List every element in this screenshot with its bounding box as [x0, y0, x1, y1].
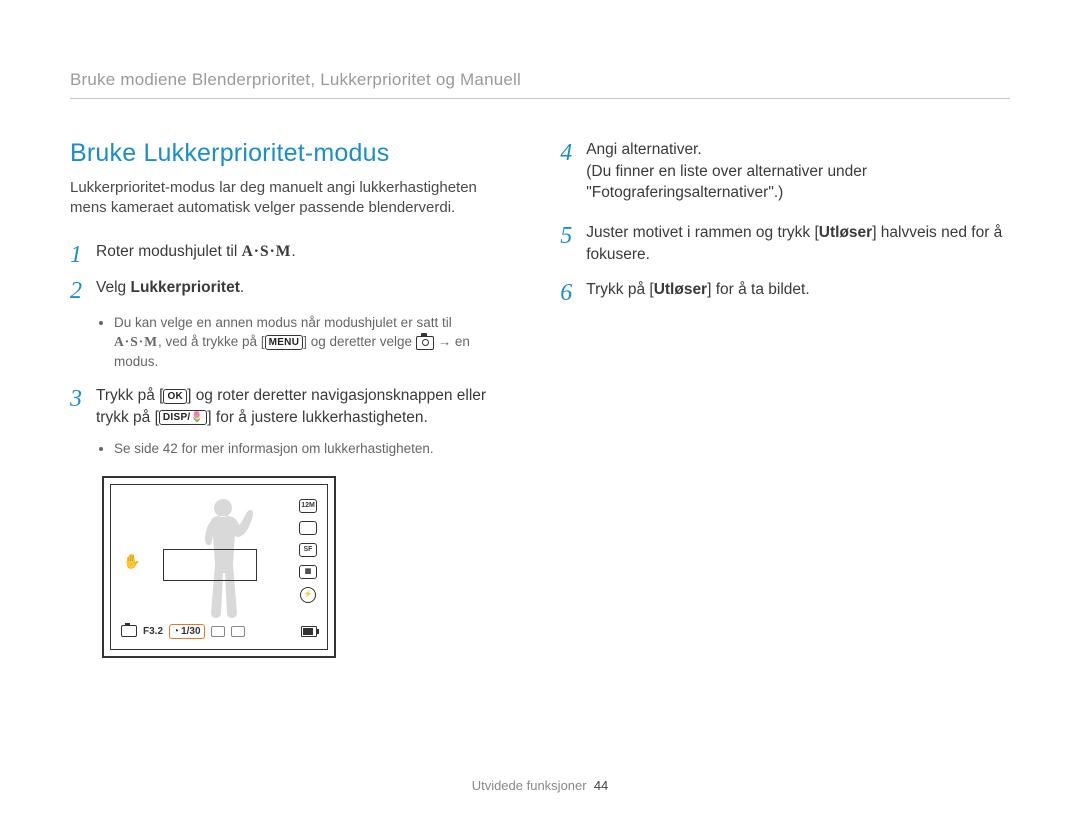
focus-frame-icon — [163, 549, 257, 581]
quality-icon: SF — [299, 543, 317, 557]
step-body: Trykk på [OK] og roter deretter navigasj… — [96, 385, 500, 428]
sub-item: Du kan velge en annen modus når modushju… — [114, 313, 500, 372]
shutter-button-label: Utløser — [654, 281, 707, 298]
arrow-icon: → — [438, 334, 452, 349]
step-number: 5 — [560, 222, 586, 265]
disp-button-icon: DISP/🌷 — [159, 410, 207, 425]
step-number: 6 — [560, 279, 586, 305]
page-footer: Utvidede funksjoner 44 — [0, 778, 1080, 793]
resolution-icon: 12M — [299, 499, 317, 513]
step-4: 4 Angi alternativer. (Du finner en liste… — [560, 139, 1010, 204]
step-text: Roter modushjulet til — [96, 243, 242, 260]
lcd-bottom-bar: F3.2 ◔ 1/30 — [121, 621, 317, 641]
step-number: 3 — [70, 385, 96, 428]
step-2-sublist: Du kan velge en annen modus når modushju… — [96, 313, 500, 372]
step-body: Roter modushjulet til A·S·M. — [96, 241, 296, 267]
metering-icon: ▦ — [299, 565, 317, 579]
ev-scale-icon — [211, 626, 225, 637]
footer-page-number: 44 — [594, 778, 608, 793]
timer-icon: ◔ — [173, 626, 179, 637]
step-body: Velg Lukkerprioritet. — [96, 277, 244, 303]
lcd-inner: ✋ 12M SF ▦ ⚡ F3.2 ◔ 1/30 — [110, 484, 328, 650]
mode-camera-icon — [416, 336, 434, 350]
intro-text: Lukkerprioritet-modus lar deg manuelt an… — [70, 178, 500, 219]
ok-button-icon: OK — [163, 389, 187, 404]
breadcrumb: Bruke modiene Blenderprioritet, Lukkerpr… — [70, 70, 1010, 99]
histogram-icon — [231, 626, 245, 637]
step-2: 2 Velg Lukkerprioritet. — [70, 277, 500, 303]
step-6: 6 Trykk på [Utløser] for å ta bildet. — [560, 279, 1010, 305]
step-body: Trykk på [Utløser] for å ta bildet. — [586, 279, 809, 305]
sub-text: , ved å trykke på [ — [158, 334, 265, 349]
manual-page: Bruke modiene Blenderprioritet, Lukkerpr… — [70, 70, 1010, 658]
shutter-speed-selected: ◔ 1/30 — [169, 624, 205, 639]
step-1: 1 Roter modushjulet til A·S·M. — [70, 241, 500, 267]
step-text: Velg — [96, 279, 130, 296]
step-number: 2 — [70, 277, 96, 303]
step-3: 3 Trykk på [OK] og roter deretter naviga… — [70, 385, 500, 428]
left-column: Bruke Lukkerprioritet-modus Lukkerpriori… — [70, 139, 500, 658]
step-number: 4 — [560, 139, 586, 204]
step-number: 1 — [70, 241, 96, 267]
flash-icon: ⚡ — [300, 587, 316, 603]
page-title: Bruke Lukkerprioritet-modus — [70, 139, 500, 168]
asm-icon: A·S·M — [242, 243, 292, 260]
step-body: Juster motivet i rammen og trykk [Utløse… — [586, 222, 1010, 265]
sub-text: ] og deretter velge — [303, 334, 416, 349]
mode-icon — [121, 625, 137, 637]
step-text: Trykk på [ — [96, 387, 163, 404]
sub-item: Se side 42 for mer informasjon om lukker… — [114, 439, 500, 459]
step-body: Angi alternativer. (Du finner en liste o… — [586, 139, 1010, 204]
shutter-value: 1/30 — [181, 626, 200, 637]
step-text-end: . — [240, 279, 244, 296]
asm-icon: A·S·M — [114, 334, 158, 349]
shutter-button-label: Utløser — [819, 224, 872, 241]
step-text-end: . — [291, 243, 295, 260]
step-text: ] for å ta bildet. — [707, 281, 810, 298]
step-text: Juster motivet i rammen og trykk [ — [586, 224, 819, 241]
step-bold: Lukkerprioritet — [130, 279, 239, 296]
battery-icon — [301, 626, 317, 637]
lcd-right-icon-column: 12M SF ▦ ⚡ — [299, 499, 317, 603]
right-column: 4 Angi alternativer. (Du finner en liste… — [560, 139, 1010, 658]
step-line: Angi alternativer. — [586, 141, 701, 158]
step-line: (Du finner en liste over alternativer un… — [586, 163, 867, 202]
shake-warning-icon: ✋ — [123, 553, 140, 570]
menu-button-icon: MENU — [265, 335, 304, 350]
aperture-value: F3.2 — [143, 626, 163, 637]
step-5: 5 Juster motivet i rammen og trykk [Utlø… — [560, 222, 1010, 265]
lcd-preview-illustration: ✋ 12M SF ▦ ⚡ F3.2 ◔ 1/30 — [102, 476, 336, 658]
single-shot-icon — [299, 521, 317, 535]
footer-section: Utvidede funksjoner — [472, 778, 587, 793]
step-text: ] for å justere lukkerhastigheten. — [207, 409, 428, 426]
content-columns: Bruke Lukkerprioritet-modus Lukkerpriori… — [70, 139, 1010, 658]
step-3-sublist: Se side 42 for mer informasjon om lukker… — [96, 439, 500, 459]
step-text: Trykk på [ — [586, 281, 653, 298]
sub-text: Du kan velge en annen modus når modushju… — [114, 315, 452, 330]
